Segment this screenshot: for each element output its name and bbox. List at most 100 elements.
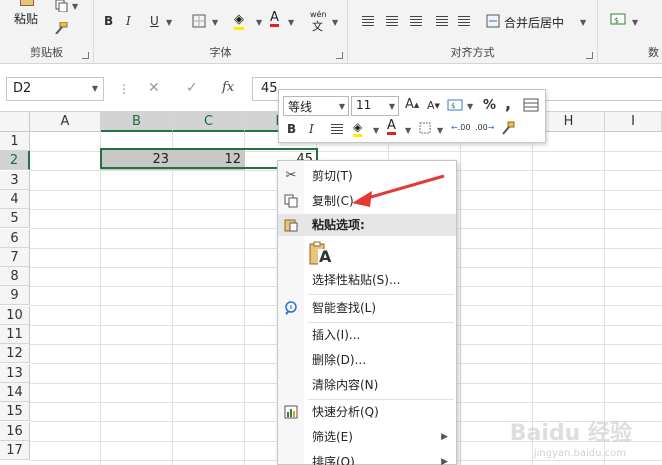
comma-button[interactable]: ,: [505, 94, 511, 113]
number-format-dropdown-icon[interactable]: ▼: [632, 18, 638, 27]
format-painter-icon[interactable]: [54, 22, 68, 34]
cell-style-dropdown-icon[interactable]: ▼: [467, 102, 473, 111]
font-launcher-icon[interactable]: [336, 52, 343, 59]
row-header-13[interactable]: 13: [0, 363, 30, 383]
decrease-decimal-button[interactable]: .00 →: [475, 123, 494, 132]
select-all-corner[interactable]: [0, 112, 30, 132]
enter-button[interactable]: ✓: [186, 80, 198, 96]
increase-decimal-label: .00: [457, 123, 471, 132]
font-name-select[interactable]: 等线 ▼: [283, 96, 349, 116]
fill-color-icon[interactable]: ◈: [234, 12, 244, 30]
bold-button[interactable]: B: [104, 14, 113, 28]
mini-format-painter-icon[interactable]: [501, 121, 515, 135]
row-header-12[interactable]: 12: [0, 344, 30, 364]
name-box[interactable]: D2 ▼: [6, 77, 104, 101]
column-header-b[interactable]: B: [101, 112, 173, 132]
column-header-a[interactable]: A: [30, 112, 101, 132]
format-table-icon[interactable]: [523, 97, 539, 113]
column-gridline: [460, 132, 461, 465]
align-left-icon[interactable]: [362, 16, 374, 26]
clipboard-launcher-icon[interactable]: [82, 52, 89, 59]
phonetic-button[interactable]: 文: [312, 18, 323, 34]
menu-item-filter[interactable]: 筛选(E) ▶: [278, 426, 456, 448]
merge-center-icon[interactable]: [486, 14, 500, 28]
paste-button[interactable]: 粘贴: [14, 10, 38, 27]
column-header-c[interactable]: C: [173, 112, 245, 132]
decrease-font-button[interactable]: A ▼: [427, 99, 440, 112]
mini-border-icon[interactable]: [419, 122, 431, 134]
mini-font-color-dropdown-icon[interactable]: ▼: [405, 126, 411, 135]
increase-decimal-button[interactable]: ← .00: [451, 123, 470, 132]
cell-style-icon[interactable]: $: [447, 97, 463, 113]
mini-font-color-button[interactable]: A: [387, 119, 396, 135]
decrease-font-icon: A: [427, 99, 435, 112]
row-header-5[interactable]: 5: [0, 209, 30, 229]
percent-button[interactable]: %: [483, 98, 496, 113]
row-header-10[interactable]: 10: [0, 305, 30, 325]
number-format-icon[interactable]: $: [610, 12, 626, 26]
row-header-2[interactable]: 2: [0, 151, 30, 171]
clipboard-group-label: 剪贴板: [30, 46, 63, 59]
merge-center-button[interactable]: 合并后居中: [504, 14, 564, 31]
row-header-7[interactable]: 7: [0, 247, 30, 267]
row-header-15[interactable]: 15: [0, 402, 30, 422]
mini-fill-dropdown-icon[interactable]: ▼: [373, 126, 379, 135]
paste-option-button[interactable]: A: [308, 241, 333, 267]
menu-item-copy[interactable]: 复制(C): [278, 190, 456, 212]
column-header-i[interactable]: I: [605, 112, 662, 132]
menu-item-paste-options-label: 粘贴选项:: [312, 218, 365, 232]
menu-item-paste-special[interactable]: 选择性粘贴(S)...: [278, 269, 456, 291]
menu-item-cut[interactable]: ✂ 剪切(T): [278, 165, 456, 187]
name-box-dropdown-icon[interactable]: ▼: [92, 84, 98, 93]
fill-color-dropdown-icon[interactable]: ▼: [256, 18, 262, 27]
merge-dropdown-icon[interactable]: ▼: [580, 18, 586, 27]
row-header-9[interactable]: 9: [0, 286, 30, 306]
paste-icon: [20, 0, 34, 6]
align-center-icon[interactable]: [386, 16, 398, 26]
row-header-8[interactable]: 8: [0, 267, 30, 287]
font-size-select[interactable]: 11 ▼: [351, 96, 399, 116]
copy-dropdown-icon[interactable]: ▼: [72, 2, 78, 11]
menu-item-quick-analysis[interactable]: 快速分析(Q): [278, 401, 456, 423]
border-icon[interactable]: [192, 14, 206, 28]
mini-fill-color-icon[interactable]: ◈: [353, 120, 363, 137]
font-size-dropdown-icon[interactable]: ▼: [389, 102, 395, 111]
name-box-value: D2: [13, 81, 32, 96]
alignment-launcher-icon[interactable]: [586, 52, 593, 59]
underline-dropdown-icon[interactable]: ▼: [166, 18, 172, 27]
mini-border-dropdown-icon[interactable]: ▼: [437, 126, 443, 135]
outdent-icon[interactable]: [458, 16, 470, 26]
phonetic-dropdown-icon[interactable]: ▼: [332, 18, 338, 27]
menu-item-sort[interactable]: 排序(O) ▶: [278, 451, 456, 465]
menu-item-smart-lookup[interactable]: 智能查找(L): [278, 297, 456, 319]
row-header-4[interactable]: 4: [0, 189, 30, 209]
increase-font-button[interactable]: A ▲: [405, 97, 419, 112]
increase-font-icon: A: [405, 97, 414, 112]
copy-icon[interactable]: [54, 0, 68, 12]
row-header-6[interactable]: 6: [0, 228, 30, 248]
menu-item-insert[interactable]: 插入(I)...: [278, 324, 456, 346]
align-right-icon[interactable]: [410, 16, 422, 26]
row-header-11[interactable]: 11: [0, 325, 30, 344]
italic-button[interactable]: I: [126, 14, 131, 28]
border-dropdown-icon[interactable]: ▼: [212, 18, 218, 27]
formula-bar-grip-icon[interactable]: ⋮: [118, 82, 130, 96]
row-header-16[interactable]: 16: [0, 421, 30, 441]
mini-italic-button[interactable]: I: [309, 122, 314, 136]
font-color-dropdown-icon[interactable]: ▼: [288, 18, 294, 27]
insert-function-button[interactable]: fx: [222, 80, 234, 95]
row-header-14[interactable]: 14: [0, 382, 30, 402]
mini-align-center-icon[interactable]: [331, 124, 343, 134]
menu-item-delete[interactable]: 删除(D)...: [278, 349, 456, 371]
row-header-3[interactable]: 3: [0, 170, 30, 190]
menu-separator: [308, 294, 454, 295]
row-header-1[interactable]: 1: [0, 132, 30, 151]
font-name-dropdown-icon[interactable]: ▼: [339, 102, 345, 111]
font-color-button[interactable]: A: [270, 11, 279, 27]
row-header-17[interactable]: 17: [0, 440, 30, 460]
indent-icon[interactable]: [436, 16, 448, 26]
menu-item-clear-contents[interactable]: 清除内容(N): [278, 374, 456, 396]
mini-bold-button[interactable]: B: [287, 122, 296, 136]
underline-button[interactable]: U: [150, 14, 159, 28]
cancel-button[interactable]: ✕: [148, 80, 160, 96]
